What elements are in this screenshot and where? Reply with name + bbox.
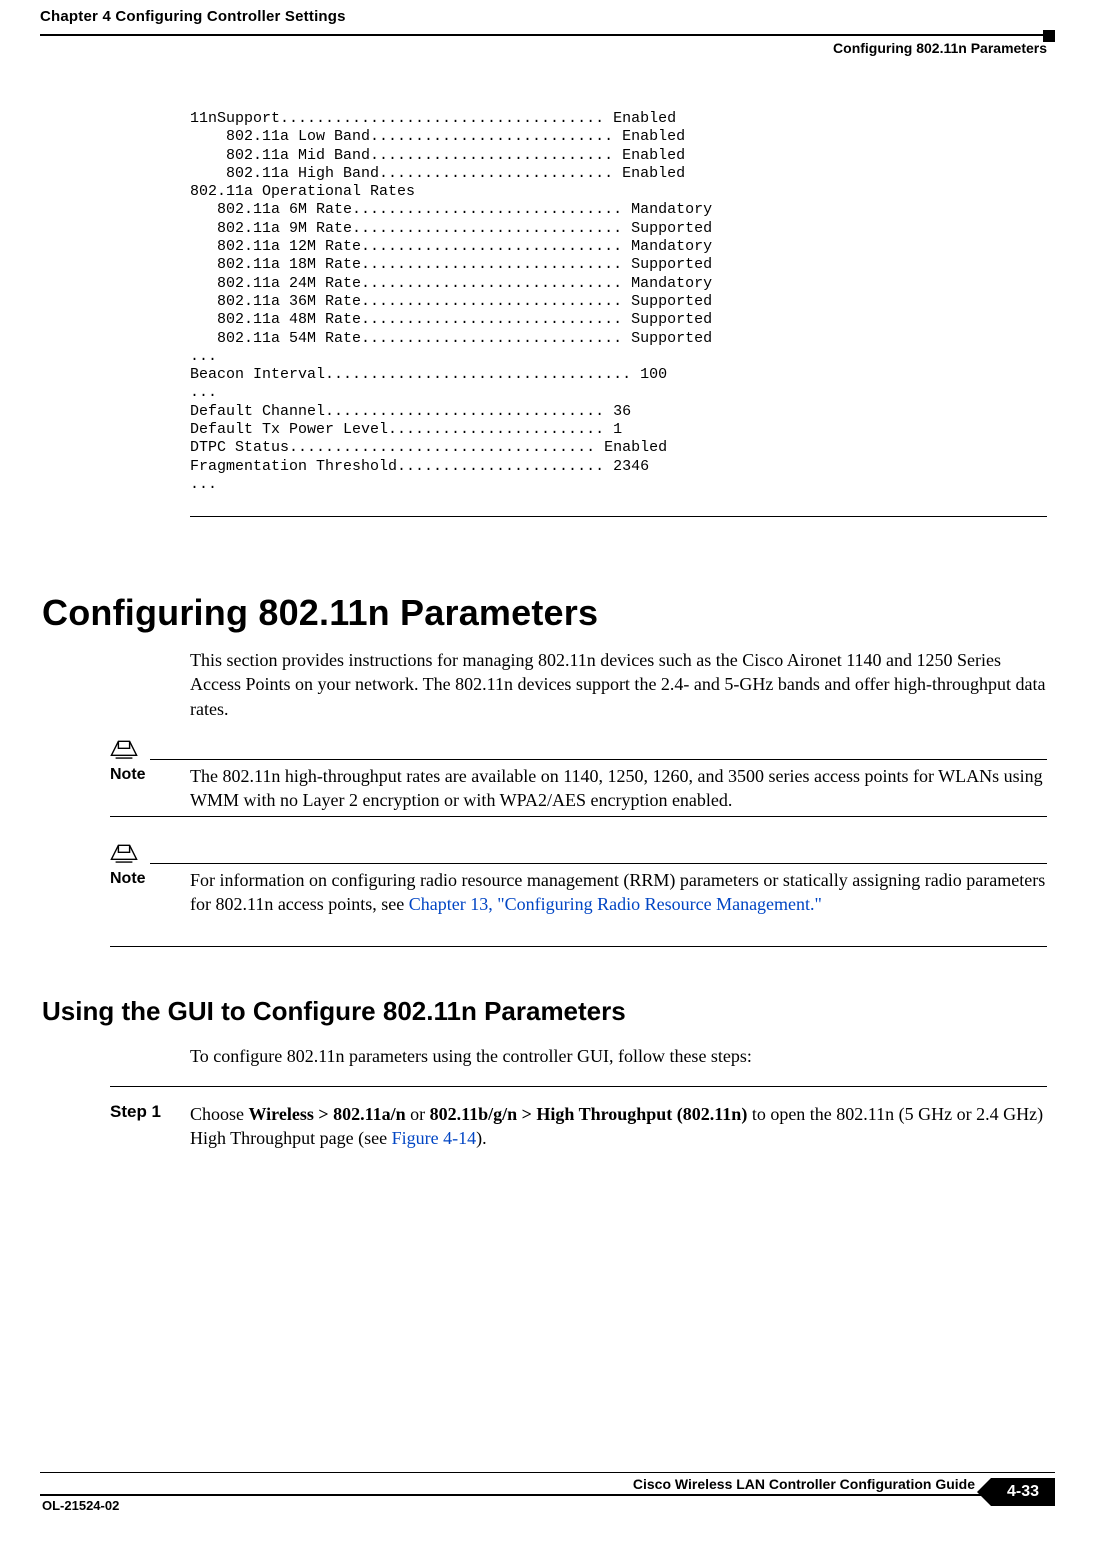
note-label: Note: [110, 870, 146, 888]
subsection-heading: Using the GUI to Configure 802.11n Param…: [42, 996, 626, 1027]
step-top-rule: [110, 1086, 1047, 1087]
step-bold-2: 802.11b/g/n > High Throughput (802.11n): [430, 1104, 748, 1124]
note-bottom-rule: [110, 946, 1047, 947]
note-label: Note: [110, 766, 146, 784]
footer-rule-top: [40, 1472, 1055, 1473]
chapter-link[interactable]: Chapter 13, "Configuring Radio Resource …: [409, 894, 822, 914]
step-mid1: or: [406, 1104, 430, 1124]
note-bottom-rule: [110, 816, 1047, 817]
header-section: Configuring 802.11n Parameters: [833, 40, 1047, 56]
footer-guide-title: Cisco Wireless LAN Controller Configurat…: [633, 1476, 975, 1492]
section-intro-paragraph: This section provides instructions for m…: [190, 648, 1047, 721]
page-number: 4-33: [991, 1478, 1055, 1506]
note-text: The 802.11n high-throughput rates are av…: [190, 764, 1047, 813]
step-pre: Choose: [190, 1104, 249, 1124]
note-icon: [110, 738, 138, 760]
note-text: For information on configuring radio res…: [190, 868, 1047, 917]
header-chapter: Chapter 4 Configuring Controller Setting…: [40, 8, 346, 25]
footer-arrow-icon: [977, 1478, 991, 1506]
note-top-rule: [150, 863, 1047, 864]
step-bold-1: Wireless > 802.11a/n: [249, 1104, 406, 1124]
footer-rule-bottom: [40, 1494, 985, 1496]
footer-doc-id: OL-21524-02: [42, 1498, 119, 1513]
header-rule: [40, 34, 1055, 36]
section-heading: Configuring 802.11n Parameters: [42, 592, 598, 634]
note-icon: [110, 842, 138, 864]
step-text: Choose Wireless > 802.11a/n or 802.11b/g…: [190, 1102, 1047, 1151]
step-post: ).: [476, 1128, 487, 1148]
cli-output-bottom-rule: [190, 516, 1047, 517]
figure-link[interactable]: Figure 4-14: [392, 1128, 477, 1148]
step-label: Step 1: [110, 1102, 161, 1122]
cli-output: 11nSupport..............................…: [190, 110, 712, 494]
subsection-intro: To configure 802.11n parameters using th…: [190, 1044, 1047, 1068]
note-top-rule: [150, 759, 1047, 760]
